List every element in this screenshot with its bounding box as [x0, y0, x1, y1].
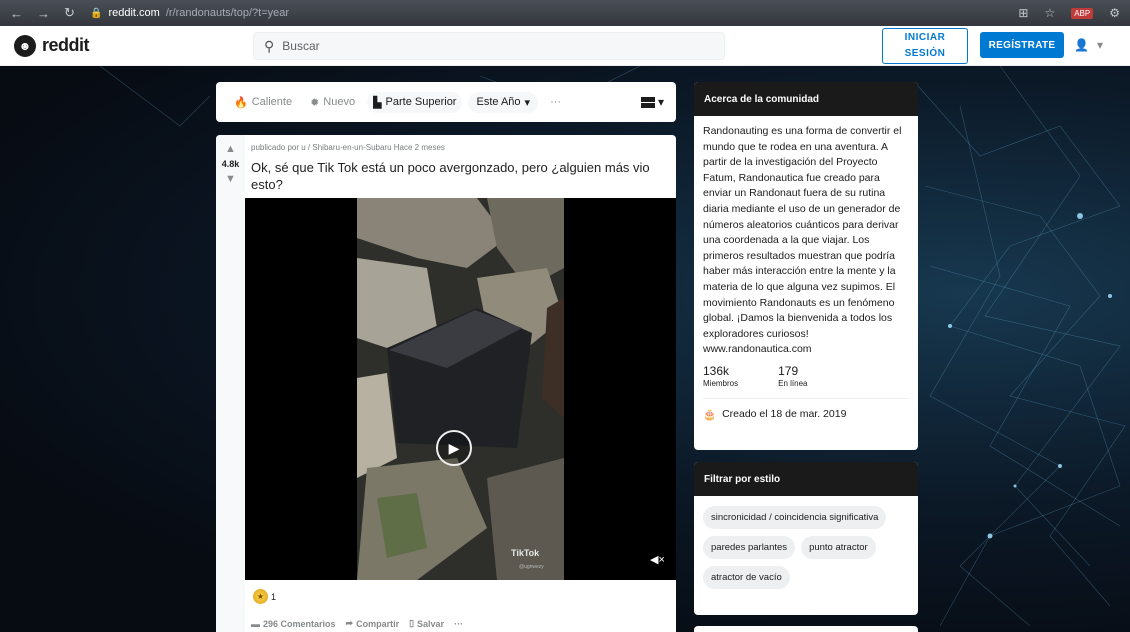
site-header: ☻ reddit ⚲ INICIAR SESIÓN REGÍSTRATE 👤 ▾ [0, 26, 1130, 66]
post-meta: publicado por u / Shibaru-en-un-Subaru H… [251, 143, 445, 152]
save-button[interactable]: ▯ Salvar [409, 618, 444, 629]
view-mode-toggle[interactable]: ▾ [640, 95, 664, 109]
comments-button[interactable]: ▬ 296 Comentarios [251, 618, 336, 629]
flame-icon: 🔥 [234, 96, 248, 109]
lock-icon: 🔒 [90, 7, 103, 19]
video-thumbnail [357, 198, 564, 580]
video-frame [357, 198, 564, 580]
chevron-down-icon: ▾ [524, 96, 531, 109]
post-card[interactable]: ▲ 4.8k ▼ publicado por u / Shibaru-en-un… [216, 135, 676, 632]
login-label-line2: SESIÓN [904, 48, 946, 59]
time-period-label: Este Año [476, 96, 521, 108]
award-count: 1 [271, 591, 277, 602]
sort-hot[interactable]: 🔥 Caliente [228, 92, 298, 113]
browser-nav: ← → ↻ [10, 5, 90, 21]
members-stat: 136k Miembros [703, 364, 738, 388]
play-icon[interactable]: ▶ [436, 430, 472, 466]
community-description: Randonauting es una forma de convertir e… [703, 125, 902, 356]
flair-filter-heading: Filtrar por estilo [694, 462, 918, 496]
created-label: Creado el 18 de mar. 2019 [722, 408, 847, 421]
sort-new-label: Nuevo [323, 96, 356, 108]
tiktok-username: @ugnwezy [519, 564, 544, 570]
extensions-icon[interactable]: ⚙ [1109, 6, 1120, 20]
url-path: /r/randonauts/top/?t=year [165, 7, 290, 19]
sort-top[interactable]: ▙ Parte Superior [367, 91, 463, 113]
upvote-icon[interactable]: ▲ [225, 143, 236, 155]
share-label: Compartir [356, 618, 400, 629]
flair-filter-card: Filtrar por estilo sincronicidad / coinc… [694, 462, 918, 615]
sort-bar: 🔥 Caliente ✹ Nuevo ▙ Parte Superior Este… [216, 82, 676, 122]
bookmark-icon: ▯ [409, 618, 415, 628]
search-input[interactable] [282, 39, 683, 53]
mute-icon[interactable]: ◀× [650, 553, 665, 566]
reload-icon[interactable]: ↻ [64, 5, 75, 21]
online-label: En línea [778, 378, 808, 388]
flair-chip[interactable]: sincronicidad / coincidencia significati… [703, 506, 887, 529]
online-count: 179 [778, 363, 799, 378]
url-domain: reddit.com [108, 7, 160, 19]
card-view-icon [640, 96, 655, 108]
comment-icon: ▬ [251, 618, 260, 629]
sparkle-icon: ✹ [310, 96, 320, 109]
user-menu[interactable]: 👤 ▾ [1074, 38, 1103, 52]
chevron-down-icon: ▾ [657, 95, 664, 109]
search-bar[interactable]: ⚲ [253, 32, 725, 60]
flair-chip[interactable]: punto atractor [801, 536, 876, 559]
sort-new[interactable]: ✹ Nuevo [304, 92, 361, 113]
created-date: 🎂 Creado el 18 de mar. 2019 [694, 399, 918, 421]
comments-label: 296 Comentarios [263, 618, 336, 629]
translate-icon[interactable]: ⊞ [1018, 6, 1028, 20]
address-bar[interactable]: 🔒 reddit.com/r/randonauts/top/?t=year [90, 7, 289, 19]
award-icon: ★ [253, 589, 268, 604]
reddit-wordmark: reddit [42, 35, 90, 55]
tiktok-watermark: TikTok [511, 548, 540, 558]
browser-toolbar: ← → ↻ 🔒 reddit.com/r/randonauts/top/?t=y… [0, 0, 1130, 26]
time-period-dropdown[interactable]: Este Año ▾ [468, 91, 539, 113]
chevron-down-icon: ▾ [1096, 38, 1103, 52]
more-options-button[interactable]: ··· [454, 618, 463, 629]
reddit-logo[interactable]: ☻ reddit [14, 34, 90, 57]
more-sort-options[interactable]: ··· [544, 92, 567, 112]
downvote-icon[interactable]: ▼ [225, 173, 236, 185]
community-stats: 136k Miembros 179 En línea [694, 358, 918, 388]
search-icon: ⚲ [264, 37, 275, 54]
sort-hot-label: Caliente [251, 96, 293, 108]
next-sidebar-card [694, 626, 918, 632]
post-actions: ▬ 296 Comentarios ➦ Compartir ▯ Salvar ·… [251, 618, 463, 629]
vote-count: 4.8k [221, 159, 240, 169]
cake-icon: 🎂 [703, 408, 717, 421]
signup-button[interactable]: REGÍSTRATE [980, 32, 1064, 58]
login-label-line1: INICIAR [904, 32, 946, 43]
share-icon: ➦ [345, 618, 354, 628]
star-icon[interactable]: ☆ [1044, 6, 1055, 20]
back-icon[interactable]: ← [10, 6, 23, 21]
share-button[interactable]: ➦ Compartir [346, 618, 400, 629]
forward-icon[interactable]: → [37, 6, 50, 21]
browser-actions: ⊞ ☆ ABP ⚙ [1018, 6, 1120, 20]
members-label: Miembros [703, 378, 739, 388]
adblock-extension-icon[interactable]: ABP [1071, 7, 1094, 19]
flair-chip[interactable]: paredes parlantes [703, 536, 796, 559]
members-count: 136k [703, 363, 730, 378]
sort-top-label: Parte Superior [385, 96, 457, 108]
flair-chip-list: sincronicidad / coincidencia significati… [694, 496, 918, 599]
vote-column: ▲ 4.8k ▼ [216, 135, 245, 632]
flair-chip[interactable]: atractor de vacío [703, 566, 790, 589]
reddit-alien-icon: ☻ [14, 34, 36, 57]
online-stat: 179 En línea [778, 364, 807, 388]
user-icon: 👤 [1074, 38, 1089, 52]
bar-chart-icon: ▙ [373, 96, 382, 109]
post-title[interactable]: Ok, sé que Tik Tok está un poco avergonz… [251, 159, 671, 193]
post-awards[interactable]: ★ 1 [253, 589, 276, 604]
about-heading: Acerca de la comunidad [694, 82, 918, 116]
video-player[interactable]: ▶ TikTok @ugnwezy ◀× [245, 198, 676, 580]
login-button[interactable]: INICIAR SESIÓN [882, 28, 968, 64]
save-label: Salvar [417, 618, 445, 629]
about-community-card: Acerca de la comunidad Randonauting es u… [694, 82, 918, 450]
